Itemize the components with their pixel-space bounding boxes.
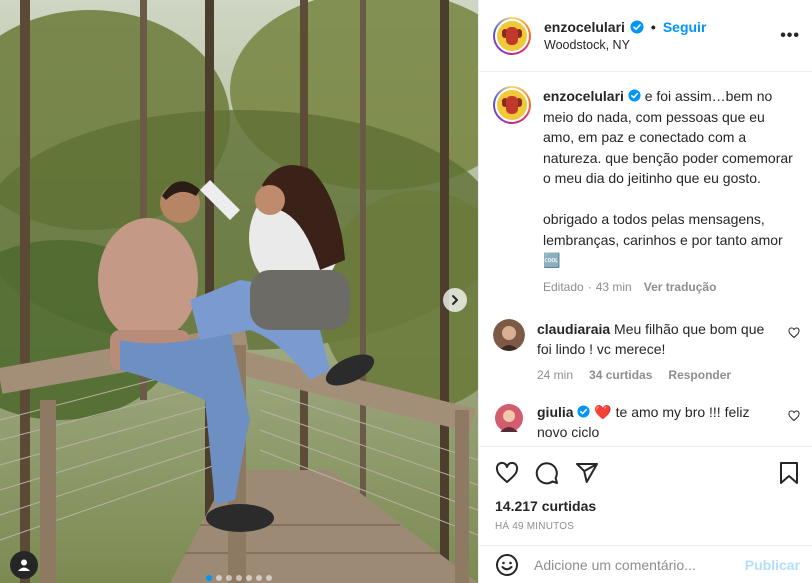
translate-button[interactable]: Ver tradução [644, 277, 717, 298]
carousel-dot [226, 575, 232, 581]
avatar[interactable] [493, 86, 531, 124]
carousel-dot [216, 575, 222, 581]
caption-time[interactable]: 43 min [596, 277, 632, 298]
carousel-dot [206, 575, 212, 581]
carousel-dot [256, 575, 262, 581]
caption-meta: Editado · 43 min Ver tradução [543, 277, 796, 298]
comment-input[interactable]: Adicione um comentário... [534, 557, 696, 573]
avatar[interactable] [493, 402, 525, 434]
carousel-next-button[interactable] [443, 288, 467, 312]
verified-icon [630, 20, 644, 34]
comment-icon[interactable] [535, 461, 559, 485]
edited-label: Editado [543, 279, 584, 294]
post-side-panel: enzocelulari • Seguir Woodstock, NY ••• [478, 0, 812, 583]
carousel-dot [246, 575, 252, 581]
comment-username[interactable]: giulia [537, 404, 574, 420]
more-options-button[interactable]: ••• [780, 27, 800, 45]
post-header: enzocelulari • Seguir Woodstock, NY ••• [479, 0, 812, 72]
likes-count[interactable]: 14.217 curtidas [495, 498, 800, 514]
share-icon[interactable] [575, 461, 599, 485]
carousel-dot [236, 575, 242, 581]
avatar[interactable] [493, 319, 525, 352]
post-author-username[interactable]: enzocelulari [544, 19, 625, 35]
heart-icon[interactable] [788, 410, 800, 422]
avatar[interactable] [493, 16, 531, 55]
emoji-icon[interactable] [495, 553, 519, 577]
verified-icon [628, 89, 641, 102]
post-location[interactable]: Woodstock, NY [544, 38, 706, 52]
comment-likes[interactable]: 34 curtidas [589, 368, 652, 382]
separator-dot: • [650, 19, 656, 35]
photo-illustration [0, 0, 478, 583]
publish-button[interactable]: Publicar [745, 557, 800, 573]
caption: enzocelulari e foi assim…bem no meio do … [543, 86, 796, 297]
heart-icon[interactable] [495, 461, 519, 485]
comment-item: giulia ❤️ te amo my bro !!! feliz novo c… [493, 402, 800, 442]
follow-button[interactable]: Seguir [663, 19, 707, 35]
post-time[interactable]: HÁ 49 MINUTOS [495, 521, 800, 532]
reply-button[interactable]: Responder [668, 368, 731, 382]
comment-time[interactable]: 24 min [537, 368, 573, 382]
comment-username[interactable]: claudiaraia [537, 321, 610, 337]
comment-item: claudiaraia Meu filhão que bom que foi l… [493, 319, 800, 382]
heart-icon[interactable] [788, 327, 800, 339]
caption-block: enzocelulari e foi assim…bem no meio do … [493, 86, 796, 297]
chevron-right-icon [452, 295, 458, 305]
comment-composer: Adicione um comentário... Publicar [479, 545, 812, 583]
post-photo[interactable] [0, 0, 478, 583]
caption-text-2: obrigado a todos pelas mensagens, lembra… [543, 210, 783, 269]
caption-username[interactable]: enzocelulari [543, 88, 624, 104]
carousel-dot [266, 575, 272, 581]
comments-scroll[interactable]: enzocelulari e foi assim…bem no meio do … [479, 72, 812, 446]
bookmark-icon[interactable] [778, 461, 800, 485]
verified-icon [577, 405, 590, 418]
user-tag-icon [18, 559, 30, 571]
carousel-indicator [0, 575, 478, 581]
